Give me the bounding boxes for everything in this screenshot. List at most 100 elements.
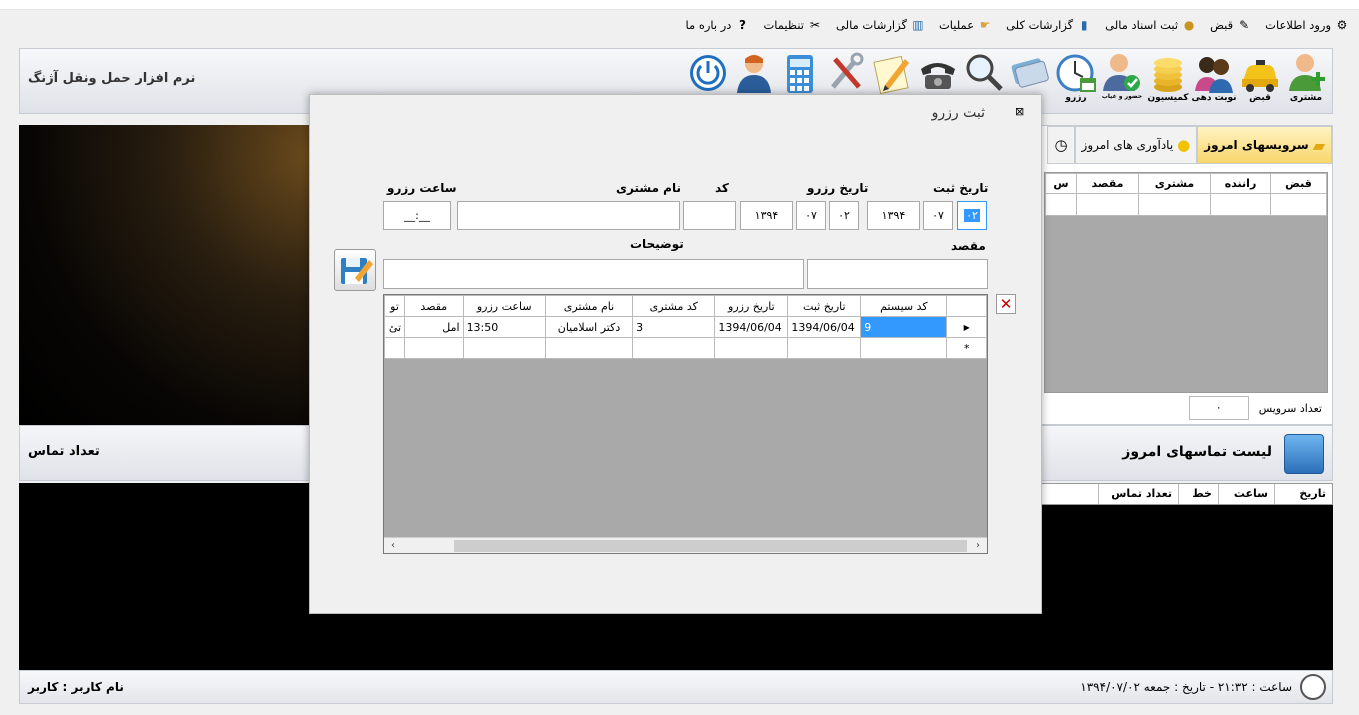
scroll-right-icon[interactable]: › (971, 539, 985, 553)
clock-calendar-icon (1056, 54, 1096, 92)
new-row-marker: * (946, 337, 987, 359)
column-header[interactable]: تاریخ ثبت (787, 295, 862, 317)
bar-chart-icon: ▮ (1080, 18, 1088, 32)
table-row[interactable]: ▶ 9 1394/06/04 1394/06/04 3 دکتر اسلامیا… (384, 316, 987, 338)
column-header[interactable]: قبض (1270, 173, 1327, 194)
search-icon (966, 54, 1003, 91)
new-row[interactable]: * (384, 337, 987, 359)
logo-display (19, 125, 311, 425)
code-field[interactable] (683, 201, 736, 230)
calculator-icon (787, 55, 813, 93)
service-count-value: ۰ (1188, 396, 1249, 420)
description-field[interactable] (383, 259, 804, 289)
toolbar-receipt-button[interactable]: قبض (1238, 51, 1282, 111)
tab-today-services[interactable]: ▰ سرویسهای امروز (1197, 126, 1332, 164)
column-header[interactable]: راننده (1210, 173, 1271, 194)
notepad-icon (873, 55, 909, 95)
res-time-field[interactable]: __:__ (383, 201, 451, 230)
column-header[interactable]: ساعت (1218, 484, 1274, 504)
hand-icon: ☛ (979, 18, 991, 32)
reg-date-label: تاریخ ثبت (933, 181, 989, 195)
row-header-cell (946, 295, 987, 317)
delete-button[interactable]: ✕ (996, 294, 1016, 314)
clock-icon: ◷ (1054, 136, 1068, 154)
menu-receipt[interactable]: ✎ قبض (1210, 18, 1251, 32)
toolbar-commission-button[interactable]: کمیسیون (1146, 51, 1190, 111)
column-header[interactable]: کد سیستم (860, 295, 948, 317)
res-date-day-field[interactable]: ۰۲ (829, 201, 859, 230)
users-icon (1195, 57, 1233, 93)
column-header[interactable]: تاریخ رزرو (714, 295, 789, 317)
phone-icon[interactable] (1284, 434, 1324, 474)
services-tabs: ▰ سرویسهای امروز ● یادآوری های امروز ◷ (1042, 126, 1332, 166)
column-header[interactable]: مقصد (1076, 173, 1139, 194)
column-header[interactable]: تاریخ (1274, 484, 1332, 504)
menu-financial-reports[interactable]: ▥ گزارشات مالی (836, 18, 925, 32)
calls-grid-header: تاریخ ساعت خط تعداد تماس (1041, 483, 1333, 505)
column-header[interactable]: ساعت رزرو (462, 295, 546, 317)
menu-settings[interactable]: ✂ تنظیمات (763, 18, 822, 32)
res-date-month-field[interactable]: ۰۷ (796, 201, 826, 230)
reservation-dialog: ⊠ ثبت رزرو تاریخ ثبت تاریخ رزرو کد نام م… (309, 94, 1042, 614)
tab-clock[interactable]: ◷ (1047, 126, 1075, 164)
calls-count-label: تعداد تماس (28, 444, 100, 459)
date-time: ساعت : ۲۱:۳۲ - تاریخ : جمعه ۱۳۹۴/۰۷/۰۲ (1080, 680, 1292, 694)
column-header[interactable]: نام مشتری (544, 295, 634, 317)
menu-operations[interactable]: ☛ عملیات (939, 18, 992, 32)
code-label: کد (715, 181, 729, 195)
reg-date-day-field[interactable]: ۰۲ (957, 201, 987, 230)
column-header[interactable]: تعداد تماس (1098, 484, 1178, 504)
save-icon (341, 258, 373, 284)
res-time-label: ساعت رزرو (387, 181, 457, 195)
menu-about[interactable]: ? در باره ما (686, 18, 750, 32)
tab-reminders[interactable]: ● یادآوری های امروز (1074, 126, 1198, 164)
tools-icon (831, 52, 864, 89)
menu-data-entry[interactable]: ⚙ ورود اطلاعات (1265, 18, 1349, 32)
destination-field[interactable] (807, 259, 988, 289)
reg-date-month-field[interactable]: ۰۷ (923, 201, 953, 230)
menu-financial-docs[interactable]: ● ثبت اسناد مالی (1105, 18, 1196, 32)
app-title: نرم افزار حمل ونقل آژنگ (28, 71, 196, 86)
user-check-icon (1103, 54, 1140, 91)
horizontal-scrollbar[interactable]: ‹ › (384, 537, 987, 553)
dialog-title: ثبت رزرو (931, 105, 985, 121)
services-grid[interactable]: قبض راننده مشتری مقصد س (1044, 172, 1328, 393)
table-row[interactable] (1045, 193, 1327, 216)
window-icon: ⊠ (1015, 105, 1025, 118)
service-count: تعداد سرویس ۰ (1188, 396, 1322, 420)
column-header[interactable]: کد مشتری (632, 295, 716, 317)
column-header[interactable]: س (1045, 173, 1077, 194)
telephone-icon (921, 63, 955, 89)
current-row-marker: ▶ (946, 316, 987, 338)
toolbar-reservation-button[interactable]: رزرو (1054, 51, 1098, 111)
report-icon: ▥ (912, 18, 924, 32)
receipt-icon: ✎ (1239, 18, 1250, 32)
column-header[interactable]: مشتری (1138, 173, 1211, 194)
description-label: توضیحات (630, 237, 684, 251)
user-icon (737, 55, 771, 93)
menu-general-reports[interactable]: ▮ گزارشات کلی (1006, 18, 1091, 32)
column-header[interactable]: مقصد (404, 295, 464, 317)
question-icon: ? (738, 18, 746, 32)
add-user-icon (1289, 54, 1325, 91)
toolbar-customer-button[interactable]: مشتری (1284, 51, 1328, 111)
toolbar-scheduling-button[interactable]: نوبت دهی (1191, 51, 1237, 111)
column-header[interactable]: خط (1178, 484, 1218, 504)
reg-date-year-field[interactable]: ۱۳۹۴ (867, 201, 920, 230)
status-bar: نام کاربر : کاربر ساعت : ۲۱:۳۲ - تاریخ :… (19, 670, 1333, 704)
scroll-left-icon[interactable]: ‹ (386, 539, 400, 553)
customer-name-field[interactable] (457, 201, 680, 230)
save-button[interactable] (334, 249, 376, 291)
lightbulb-icon: ● (1177, 136, 1191, 154)
coins-icon: ● (1183, 18, 1195, 32)
tools-icon: ✂ (809, 18, 821, 32)
toolbar-attendance-button[interactable]: حضور و غیاب (1100, 51, 1144, 111)
column-header[interactable]: تو (384, 295, 406, 317)
destination-label: مقصد (951, 239, 986, 253)
scrollbar-thumb[interactable] (454, 540, 967, 552)
res-date-year-field[interactable]: ۱۳۹۴ (740, 201, 793, 230)
res-date-label: تاریخ رزرو (807, 181, 869, 195)
taxi-icon: ▰ (1312, 135, 1325, 155)
reservations-grid[interactable]: کد سیستم تاریخ ثبت تاریخ رزرو کد مشتری ن… (383, 294, 988, 554)
top-strip (0, 0, 1359, 10)
